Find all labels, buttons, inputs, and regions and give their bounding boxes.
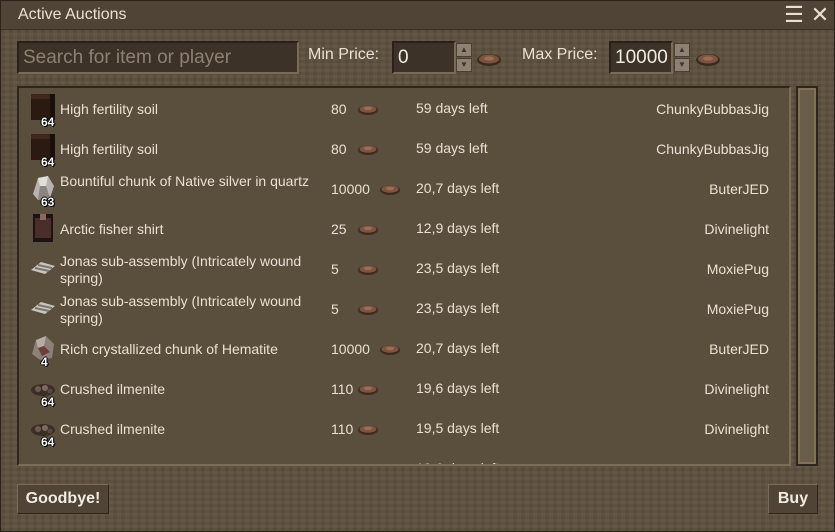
time-left: 59 days left bbox=[416, 140, 488, 156]
auction-window: Active Auctions ☰ ✕ Min Price: 0 ▲ ▼ Max… bbox=[0, 0, 835, 532]
min-increment-button[interactable]: ▲ bbox=[456, 43, 472, 57]
min-price-stepper[interactable]: ▲ ▼ bbox=[456, 43, 472, 73]
min-decrement-button[interactable]: ▼ bbox=[456, 58, 472, 72]
stack-quantity: 64 bbox=[41, 395, 55, 409]
time-left: 19,6 days left bbox=[416, 380, 500, 396]
spring-icon bbox=[28, 252, 58, 284]
menu-icon[interactable]: ☰ bbox=[783, 4, 805, 26]
spring-icon bbox=[28, 292, 58, 324]
gear-currency-icon bbox=[357, 222, 379, 236]
time-left: 23,5 days left bbox=[416, 260, 500, 276]
auction-row[interactable]: 64 Crushed ilmenite 110 19,5 days left Divin… bbox=[19, 409, 789, 449]
item-name: Rich crystallized chunk of Hematite bbox=[60, 341, 278, 357]
item-name: Crushed ilmenite bbox=[60, 421, 166, 437]
seller-name: ButerJED bbox=[709, 181, 769, 197]
gear-currency-icon bbox=[357, 102, 379, 116]
time-left: 23,5 days left bbox=[416, 300, 500, 316]
time-left: 19,5 days left bbox=[416, 420, 500, 436]
max-price-field[interactable]: 10000 bbox=[609, 41, 673, 74]
item-name: Jonas sub-assembly (Intricately wound sp… bbox=[60, 253, 302, 286]
min-price-field[interactable]: 0 bbox=[392, 41, 456, 74]
item-price: 10000 bbox=[331, 181, 370, 197]
search-input[interactable] bbox=[17, 41, 299, 74]
scrollbar-thumb[interactable] bbox=[798, 88, 816, 464]
crushed-ore-icon bbox=[28, 452, 58, 464]
auction-row[interactable]: Arctic fisher shirt 25 12,9 days left Divin… bbox=[19, 209, 789, 249]
seller-name: Divinelight bbox=[704, 381, 769, 397]
auction-row[interactable]: Jonas sub-assembly (Intricately wound sp… bbox=[19, 289, 789, 329]
gear-currency-icon bbox=[357, 302, 379, 316]
max-price-stepper[interactable]: ▲ ▼ bbox=[674, 43, 690, 73]
gear-currency-icon bbox=[357, 382, 379, 396]
item-price: 25 bbox=[331, 221, 347, 237]
seller-name: Divinelight bbox=[704, 461, 769, 464]
stack-quantity: 63 bbox=[41, 195, 55, 209]
stack-quantity: 4 bbox=[41, 355, 48, 369]
time-left: 19,6 days left bbox=[416, 460, 499, 464]
window-title: Active Auctions bbox=[18, 6, 127, 23]
seller-name: Divinelight bbox=[704, 221, 769, 237]
gear-currency-icon bbox=[357, 142, 379, 156]
goodbye-button[interactable]: Goodbye! bbox=[17, 484, 109, 514]
item-price: 10000 bbox=[331, 341, 370, 357]
seller-name: MoxiePug bbox=[706, 301, 769, 317]
item-name: Crushed ilmenite bbox=[60, 381, 166, 397]
buy-button[interactable]: Buy bbox=[768, 484, 818, 514]
auction-row[interactable]: 64 Crushed ilmenite 110 19,6 days left Divin… bbox=[19, 369, 789, 409]
stack-quantity: 64 bbox=[41, 115, 55, 129]
item-name: Bountiful chunk of Native silver in quar… bbox=[60, 173, 310, 189]
gear-currency-icon bbox=[357, 262, 379, 276]
time-left: 59 days left bbox=[416, 100, 488, 116]
item-name: Jonas sub-assembly (Intricately wound sp… bbox=[60, 293, 302, 326]
gear-currency-icon bbox=[379, 182, 401, 196]
item-name: High fertility soil bbox=[60, 101, 159, 117]
auction-row[interactable]: Jonas sub-assembly (Intricately wound sp… bbox=[19, 249, 789, 289]
time-left: 20,7 days left bbox=[416, 180, 500, 196]
seller-name: ButerJED bbox=[709, 341, 769, 357]
stack-quantity: 64 bbox=[41, 155, 55, 169]
auction-row[interactable]: 4 Rich crystallized chunk of Hematite 1000… bbox=[19, 329, 789, 369]
item-price: 80 bbox=[331, 141, 347, 157]
max-price-label: Max Price: bbox=[522, 46, 598, 63]
time-left: 12,9 days left bbox=[416, 220, 500, 236]
gear-currency-icon bbox=[357, 462, 379, 464]
gear-currency-icon bbox=[379, 342, 401, 356]
max-decrement-button[interactable]: ▼ bbox=[674, 58, 690, 72]
close-icon[interactable]: ✕ bbox=[809, 4, 831, 26]
gear-currency-icon bbox=[477, 54, 501, 66]
auction-list[interactable]: 64 High fertility soil 80 59 days left Chunk… bbox=[17, 86, 791, 466]
auction-row[interactable]: 64 High fertility soil 80 59 days left Chunk… bbox=[19, 89, 789, 129]
max-increment-button[interactable]: ▲ bbox=[674, 43, 690, 57]
seller-name: ChunkyBubbasJig bbox=[656, 141, 769, 157]
item-price: 80 bbox=[331, 101, 347, 117]
item-price: 5 bbox=[331, 261, 339, 277]
gear-currency-icon bbox=[696, 54, 720, 66]
title-bar[interactable]: Active Auctions ☰ ✕ bbox=[1, 1, 834, 30]
item-name: Crushed ilmenite bbox=[60, 461, 320, 464]
item-name: Arctic fisher shirt bbox=[60, 221, 164, 237]
auction-row[interactable]: 64 High fertility soil 80 59 days left Chunk… bbox=[19, 129, 789, 169]
item-name: High fertility soil bbox=[60, 141, 159, 157]
seller-name: MoxiePug bbox=[706, 261, 769, 277]
seller-name: Divinelight bbox=[704, 421, 769, 437]
auction-row[interactable]: Crushed ilmenite 110 19,6 days left Divinel… bbox=[19, 449, 789, 464]
min-price-label: Min Price: bbox=[308, 46, 380, 63]
auction-row[interactable]: 63 Bountiful chunk of Native silver in qu… bbox=[19, 169, 789, 209]
item-price: 5 bbox=[331, 301, 339, 317]
item-price: 110 bbox=[331, 381, 354, 397]
item-price: 110 bbox=[331, 421, 354, 437]
gear-currency-icon bbox=[357, 422, 379, 436]
stack-quantity: 64 bbox=[41, 435, 55, 449]
seller-name: ChunkyBubbasJig bbox=[656, 101, 769, 117]
item-price: 110 bbox=[331, 461, 353, 464]
time-left: 20,7 days left bbox=[416, 340, 500, 356]
shirt-icon bbox=[28, 212, 58, 244]
